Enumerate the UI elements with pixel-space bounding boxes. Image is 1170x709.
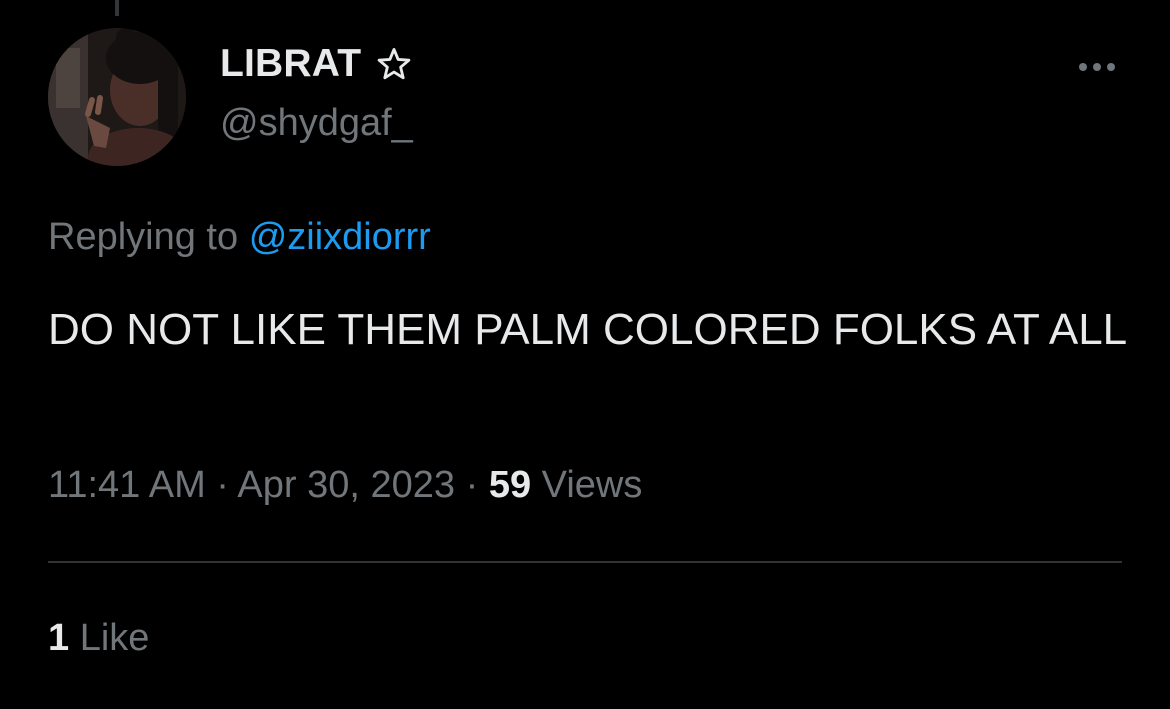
reply-context-prefix: Replying to [48,216,239,258]
star-outline-icon [377,48,411,80]
divider [48,561,1122,563]
more-horizontal-icon-dot [1093,63,1101,71]
author-display-name[interactable]: LIBRAT [220,42,361,86]
reply-context: Replying to @ziixdiorrr [48,216,431,259]
meta-separator: · [465,464,479,506]
more-horizontal-icon-dot [1107,63,1115,71]
avatar[interactable] [48,28,186,166]
avatar-photo [48,28,186,166]
tweet-date[interactable]: Apr 30, 2023 [237,464,455,506]
reply-mention-link[interactable]: @ziixdiorrr [249,216,431,258]
tweet-meta: 11:41 AM · Apr 30, 2023 · 59 Views [48,464,642,507]
likes-link[interactable]: 1 Like [48,617,149,660]
likes-count: 1 [48,617,70,659]
tweet-time[interactable]: 11:41 AM [48,464,206,506]
tweet-text: DO NOT LIKE THEM PALM COLORED FOLKS AT A… [48,305,1128,354]
views-label: Views [541,464,643,506]
likes-label: Like [79,617,150,659]
views-count: 59 [488,464,532,506]
author-handle[interactable]: @shydgaf_ [220,102,413,145]
more-options-button[interactable] [1070,50,1124,84]
more-horizontal-icon [1079,63,1087,71]
thread-connector-line [115,0,119,16]
meta-separator: · [216,464,229,506]
author-display-name-row[interactable]: LIBRAT [220,42,413,86]
